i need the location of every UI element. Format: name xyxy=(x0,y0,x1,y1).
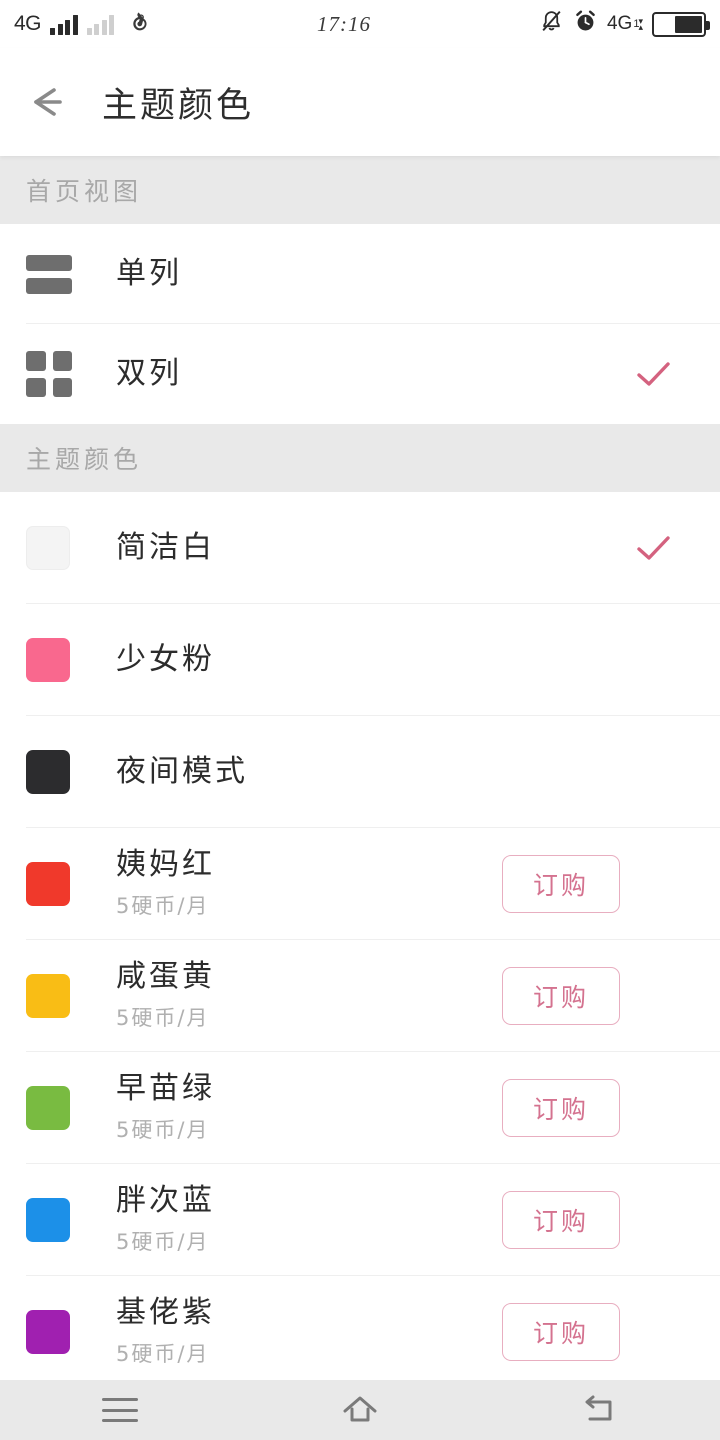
page-title: 主题颜色 xyxy=(102,85,255,126)
list-item-price: 5硬币/月 xyxy=(116,1005,210,1030)
signal-bars-dim-icon xyxy=(86,14,115,35)
list-item-single-column[interactable]: 单列 xyxy=(0,224,720,324)
subscribe-button[interactable]: 订购 xyxy=(502,967,620,1025)
nav-home-button[interactable] xyxy=(300,1380,420,1440)
list-item-night-mode[interactable]: 夜间模式 xyxy=(0,716,720,828)
bell-muted-icon xyxy=(539,9,564,39)
section-header-home-view-label: 首页视图 xyxy=(26,177,143,206)
list-item-label: 胖次蓝 xyxy=(116,1183,215,1219)
subscribe-button-label: 订购 xyxy=(532,983,589,1012)
subscribe-button-label: 订购 xyxy=(532,1095,589,1124)
list-item-label: 夜间模式 xyxy=(116,753,248,789)
subscribe-button-label: 订购 xyxy=(532,1207,589,1236)
list-item-price: 5硬币/月 xyxy=(116,1341,210,1366)
list-item-label: 基佬紫 xyxy=(116,1295,215,1331)
list-item-label: 单列 xyxy=(116,255,182,291)
row-text: 咸蛋黄 5硬币/月 xyxy=(116,960,502,1032)
list-item-label: 双列 xyxy=(116,355,182,391)
list-item-price: 5硬币/月 xyxy=(116,1117,210,1142)
subscribe-button[interactable]: 订购 xyxy=(502,1191,620,1249)
row-text: 单列 xyxy=(116,255,694,292)
clock-label: 17:16 xyxy=(317,11,371,36)
check-icon xyxy=(630,525,676,571)
status-bar: 4G 17:16 4G 1 ▾ ▴ xyxy=(0,0,720,48)
status-bar-left: 4G xyxy=(14,9,149,40)
list-item-label: 早苗绿 xyxy=(116,1071,215,1107)
row-text: 少女粉 xyxy=(116,641,694,678)
list-item-label: 咸蛋黄 xyxy=(116,959,215,995)
list-item-label: 姨妈红 xyxy=(116,847,215,883)
list-item-salted-yolk-yellow[interactable]: 咸蛋黄 5硬币/月 订购 xyxy=(0,940,720,1052)
row-text: 胖次蓝 5硬币/月 xyxy=(116,1184,502,1256)
subscribe-button[interactable]: 订购 xyxy=(502,1303,620,1361)
list-item-double-column[interactable]: 双列 xyxy=(0,324,720,424)
list-item-label: 简洁白 xyxy=(116,529,215,565)
color-swatch xyxy=(26,1198,70,1242)
nav-menu-button[interactable] xyxy=(60,1380,180,1440)
list-item-clean-white[interactable]: 简洁白 xyxy=(0,492,720,604)
list-item-auntie-red[interactable]: 姨妈红 5硬币/月 订购 xyxy=(0,828,720,940)
list-item-label: 少女粉 xyxy=(116,641,215,677)
single-column-icon xyxy=(26,251,72,297)
row-text: 早苗绿 5硬币/月 xyxy=(116,1072,502,1144)
list-item-price: 5硬币/月 xyxy=(116,893,210,918)
data-arrows-icon: ▾ ▴ xyxy=(638,16,643,32)
menu-icon xyxy=(102,1398,138,1422)
check-icon xyxy=(630,351,676,397)
alarm-clock-icon xyxy=(573,9,598,39)
color-swatch xyxy=(26,1086,70,1130)
section-header-theme-color: 主题颜色 xyxy=(0,424,720,492)
section-header-theme-color-label: 主题颜色 xyxy=(26,445,143,474)
color-swatch xyxy=(26,638,70,682)
signal-bars-icon xyxy=(50,14,78,35)
section-header-home-view: 首页视图 xyxy=(0,156,720,224)
network-type-right-label: 4G 1 ▾ ▴ xyxy=(607,13,643,35)
settings-list: 首页视图 单列 双列 主题颜色 简洁白 少女粉 夜间模式 姨妈红 5硬币/月 订… xyxy=(0,156,720,1388)
subscribe-button-label: 订购 xyxy=(532,1319,589,1348)
color-swatch xyxy=(26,1310,70,1354)
color-swatch xyxy=(26,750,70,794)
network-right-text: 4G xyxy=(606,13,633,34)
row-text: 夜间模式 xyxy=(116,753,694,790)
netease-music-icon xyxy=(123,9,149,40)
subscribe-button[interactable]: 订购 xyxy=(502,1079,620,1137)
app-root: 4G 17:16 4G 1 ▾ ▴ 主题颜色 首页视图 单列 双列 主题颜色 简… xyxy=(0,0,720,1440)
row-text: 简洁白 xyxy=(116,529,630,566)
color-swatch xyxy=(26,526,70,570)
battery-icon xyxy=(652,11,710,37)
status-bar-right: 4G 1 ▾ ▴ xyxy=(539,9,710,39)
back-icon xyxy=(585,1395,612,1421)
list-item-price: 5硬币/月 xyxy=(116,1229,210,1254)
network-type-label: 4G xyxy=(14,12,42,35)
row-text: 姨妈红 5硬币/月 xyxy=(116,848,502,920)
subscribe-button[interactable]: 订购 xyxy=(502,855,620,913)
app-header: 主题颜色 xyxy=(0,48,720,156)
home-icon xyxy=(343,1396,377,1422)
row-text: 双列 xyxy=(116,355,630,392)
grid-column-icon xyxy=(26,351,72,397)
list-item-girly-pink[interactable]: 少女粉 xyxy=(0,604,720,716)
list-item-sanae-green[interactable]: 早苗绿 5硬币/月 订购 xyxy=(0,1052,720,1164)
system-navigation-bar xyxy=(0,1380,720,1440)
back-button[interactable] xyxy=(0,48,96,156)
status-bar-center: 17:16 xyxy=(149,12,539,37)
color-swatch xyxy=(26,974,70,1018)
row-text: 基佬紫 5硬币/月 xyxy=(116,1296,502,1368)
list-item-pantsu-blue[interactable]: 胖次蓝 5硬币/月 订购 xyxy=(0,1164,720,1276)
back-arrow-icon xyxy=(34,88,62,116)
subscribe-button-label: 订购 xyxy=(532,871,589,900)
color-swatch xyxy=(26,862,70,906)
nav-back-button[interactable] xyxy=(540,1380,660,1440)
list-item-gay-purple[interactable]: 基佬紫 5硬币/月 订购 xyxy=(0,1276,720,1388)
